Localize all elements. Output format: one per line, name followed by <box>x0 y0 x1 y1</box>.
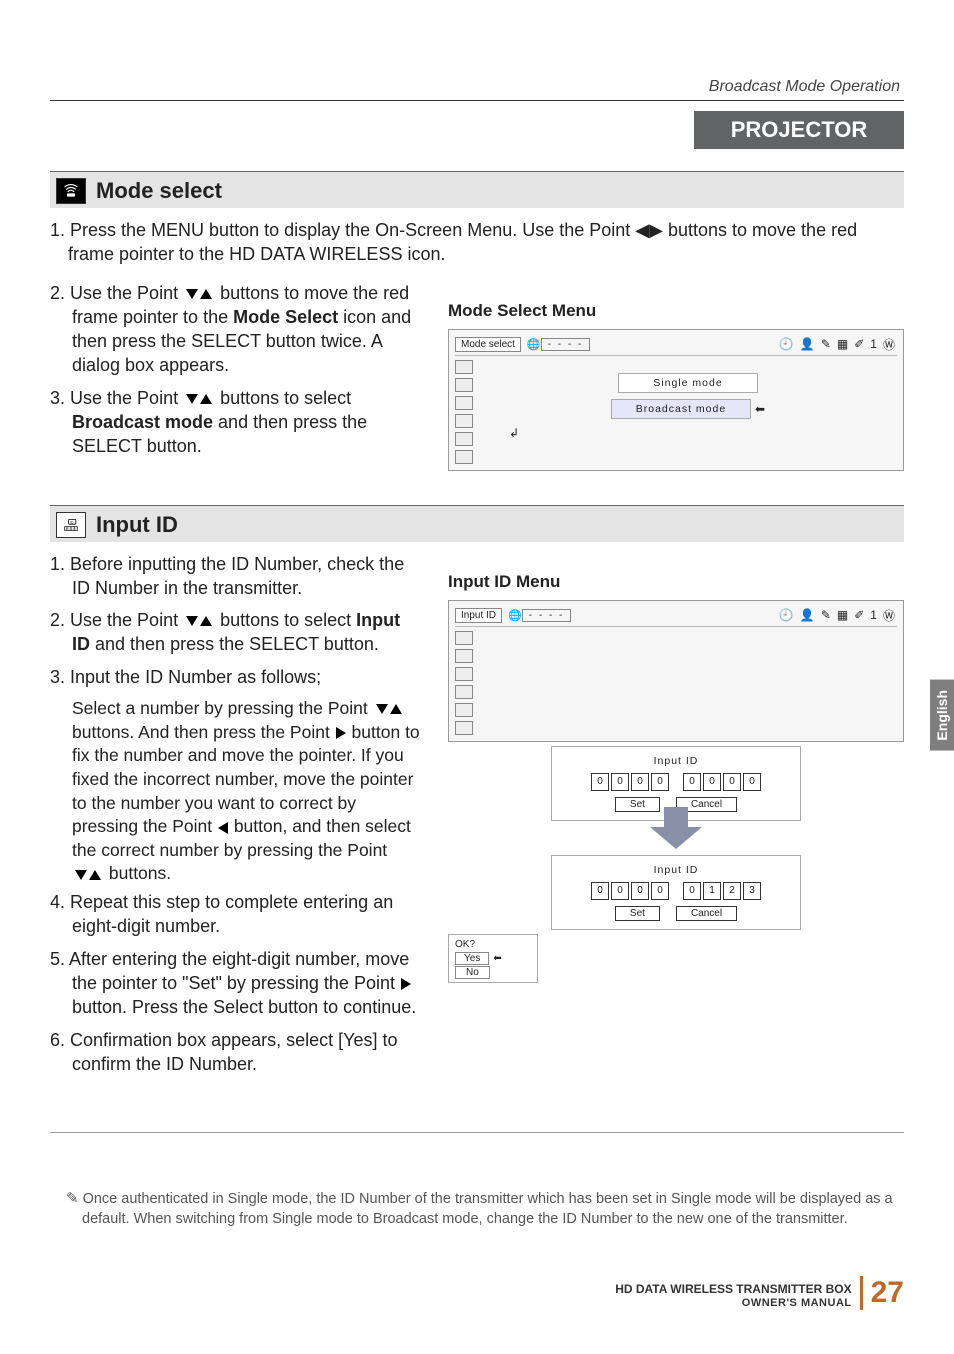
language-tab[interactable]: English <box>930 680 954 751</box>
right-arrow-icon <box>336 727 346 739</box>
menu-dashes: - - - - <box>541 338 591 351</box>
mode-select-menu: Mode select 🌐 - - - - 🕘👤✎▦✐1Ⓦ Single mod… <box>448 329 904 471</box>
id-step-6: 6. Confirmation box appears, select [Yes… <box>50 1028 420 1077</box>
up-arrow-icon <box>390 704 402 714</box>
page-number: 27 <box>860 1276 904 1310</box>
menu-header-icons: 🕘👤✎▦✐1Ⓦ <box>779 607 897 624</box>
down-arrow-icon <box>376 704 388 714</box>
page-footer: HD DATA WIRELESS TRANSMITTER BOX OWNER'S… <box>50 1276 904 1310</box>
pointer-arrow-icon: ⬅ <box>493 953 501 964</box>
id-step-3: 3. Input the ID Number as follows; <box>50 665 420 689</box>
input-id-menu: Input ID 🌐 - - - - 🕘👤✎▦✐1Ⓦ <box>448 600 904 742</box>
confirm-yes[interactable]: Yes <box>455 952 489 965</box>
input-id-title: Input ID <box>96 512 178 538</box>
step-3: 3. Use the Point buttons to select Broad… <box>50 386 420 459</box>
id-step-3-detail: Select a number by pressing the Point bu… <box>50 697 420 886</box>
divider <box>50 100 904 101</box>
id-step-2: 2. Use the Point buttons to select Input… <box>50 608 420 657</box>
menu-single-mode[interactable]: Single mode <box>618 373 758 393</box>
left-arrow-icon <box>218 822 228 834</box>
menu-return-icon[interactable]: ↲ <box>509 426 519 440</box>
panel-title: Input ID <box>560 864 792 876</box>
down-arrow-icon <box>75 870 87 880</box>
set-button[interactable]: Set <box>615 906 660 921</box>
menu-broadcast-mode[interactable]: Broadcast mode <box>611 399 751 419</box>
down-arrow-icon <box>186 289 198 299</box>
pencil-icon: ✎ <box>66 1190 79 1207</box>
down-arrow-icon <box>186 394 198 404</box>
confirm-title: OK? <box>453 938 533 951</box>
digit-row-initial: 0 0 0 0 0 0 0 0 <box>560 773 792 791</box>
id-step-1: 1. Before inputting the ID Number, check… <box>50 552 420 601</box>
menu-header-label: Mode select <box>455 337 521 352</box>
digit-row-entered: 0 0 0 0 0 1 2 3 <box>560 882 792 900</box>
menu-header-label: Input ID <box>455 608 502 623</box>
menu-globe-icon: 🌐 <box>508 609 522 622</box>
breadcrumb: Broadcast Mode Operation <box>50 78 900 96</box>
menu-side-icons <box>455 360 473 464</box>
mode-select-menu-title: Mode Select Menu <box>448 301 904 321</box>
pointer-arrow-icon: ⬅ <box>755 402 765 416</box>
input-id-panel-entered: Input ID 0 0 0 0 0 1 2 3 Set Cance <box>551 855 801 930</box>
confirm-box: OK? Yes ⬅ No <box>448 934 538 983</box>
panel-title: Input ID <box>560 755 792 767</box>
mode-select-title: Mode select <box>96 178 222 204</box>
up-arrow-icon <box>200 289 212 299</box>
up-arrow-icon <box>89 870 101 880</box>
menu-header-icons: 🕘👤✎▦✐1Ⓦ <box>779 336 897 353</box>
menu-globe-icon: 🌐 <box>527 338 541 351</box>
wireless-icon <box>56 178 86 204</box>
footer-line1: HD DATA WIRELESS TRANSMITTER BOX <box>615 1282 851 1296</box>
input-id-menu-title: Input ID Menu <box>448 572 904 592</box>
menu-dashes: - - - - <box>522 609 572 622</box>
step-2: 2. Use the Point buttons to move the red… <box>50 281 420 378</box>
id-step-4: 4. Repeat this step to complete entering… <box>50 890 420 939</box>
down-arrow-icon <box>186 616 198 626</box>
up-arrow-icon <box>200 616 212 626</box>
menu-side-icons <box>455 631 473 735</box>
cancel-button[interactable]: Cancel <box>676 906 737 921</box>
section-mode-select: Mode select <box>50 171 904 208</box>
footer-line2: OWNER'S MANUAL <box>615 1297 851 1310</box>
id-step-5: 5. After entering the eight-digit number… <box>50 947 420 1020</box>
set-button[interactable]: Set <box>615 797 660 812</box>
up-arrow-icon <box>200 394 212 404</box>
step-1: 1. Press the MENU button to display the … <box>50 218 904 267</box>
note-divider <box>50 1132 904 1133</box>
section-input-id: ID Input ID <box>50 505 904 542</box>
confirm-no[interactable]: No <box>455 966 490 979</box>
id-icon: ID <box>56 512 86 538</box>
projector-heading: PROJECTOR <box>694 111 904 149</box>
flow-arrow-icon <box>650 827 702 849</box>
right-arrow-icon <box>401 978 411 990</box>
footnote: ✎Once authenticated in Single mode, the … <box>50 1189 904 1229</box>
